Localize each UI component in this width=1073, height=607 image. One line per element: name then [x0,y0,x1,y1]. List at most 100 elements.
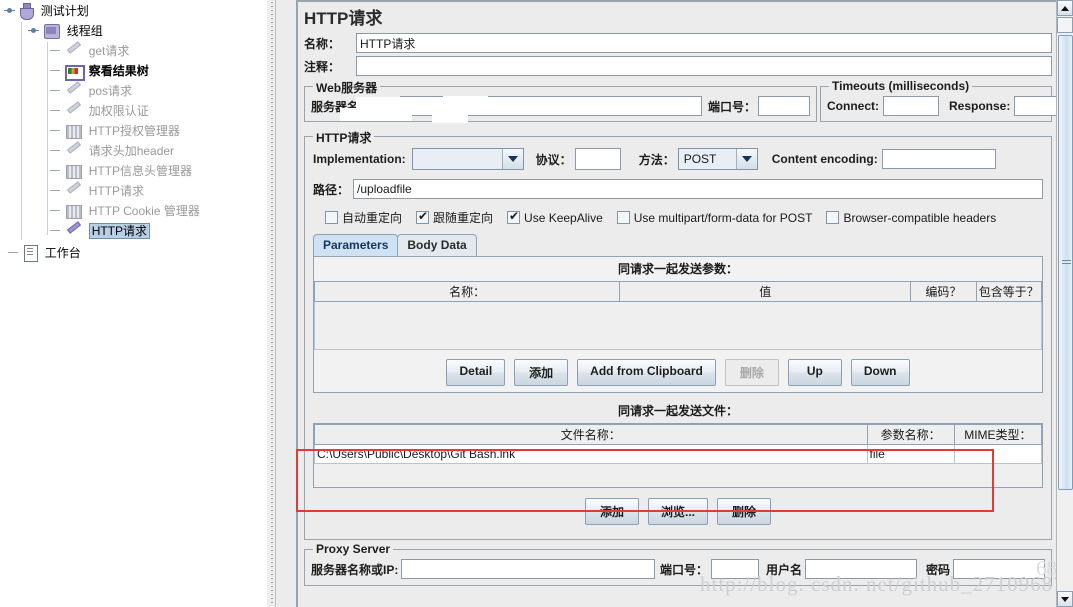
checkbox-box-checked-icon[interactable] [416,211,429,224]
scrollbar-thumb[interactable] [1058,35,1073,490]
connect-timeout-input[interactable] [883,96,939,116]
sidebar-item-header-request[interactable]: 请求头加header [0,140,266,160]
sidebar-item-label: 加权限认证 [89,104,149,118]
name-input[interactable] [356,33,1052,53]
proxy-password-input[interactable] [953,559,1045,579]
proxy-port-input[interactable] [711,559,759,579]
server-host-input[interactable] [400,96,702,116]
sidebar-item-pos-request[interactable]: pos请求 [0,80,266,100]
config-element-icon [65,124,81,138]
cell-param-name[interactable]: file [867,445,954,464]
checkbox-auto-redirect[interactable]: 自动重定向 [325,209,402,226]
vertical-scrollbar[interactable] [1056,0,1073,607]
sidebar-item-http-header-manager[interactable]: HTTP信息头管理器 [0,160,266,180]
tree-elbow-icon [6,247,20,258]
tree-elbow-icon [48,225,62,236]
tree-expand-knob-icon[interactable] [28,25,39,36]
sampler-icon [65,83,81,99]
table-row[interactable]: C:\Users\Public\Desktop\Git Bash.lnk fil… [315,445,1042,464]
tab-body-data[interactable]: Body Data [397,234,476,256]
files-caption: 同请求一起发送文件： [313,399,1043,423]
sidebar-item-auth-permission[interactable]: 加权限认证 [0,100,266,120]
checkbox-follow-redirect[interactable]: 跟随重定向 [416,209,493,226]
test-plan-tree[interactable]: 测试计划 线程组 get请求 察看结果树 pos请求 加权限认证 [0,0,266,607]
checkbox-browser-compatible-headers[interactable]: Browser-compatible headers [826,211,996,225]
add-file-button[interactable]: 添加 [585,498,639,525]
sidebar-item-get-request[interactable]: get请求 [0,40,266,60]
tree-elbow-icon [48,145,62,156]
move-up-button[interactable]: Up [788,359,842,386]
proxy-host-input[interactable] [401,559,655,579]
checkbox-box-icon[interactable] [617,211,630,224]
server-timeouts-row: Web服务器 服务器名称或IP: 端口号： Timeouts (millisec… [298,79,1058,127]
add-parameter-button[interactable]: 添加 [514,359,568,386]
column-header-name[interactable]: 名称： [315,282,620,302]
proxy-password-label: 密码 [926,561,950,578]
tree-expand-knob-icon[interactable] [4,5,15,16]
server-port-input[interactable] [758,96,810,116]
response-timeout-label: Response: [949,99,1010,113]
sidebar-item-http-request-selected[interactable]: HTTP请求 [0,220,266,240]
sidebar-item-label: HTTP授权管理器 [89,124,180,138]
chevron-down-icon[interactable] [502,149,523,169]
scroll-track-top[interactable] [1057,17,1073,33]
checkbox-use-multipart[interactable]: Use multipart/form-data for POST [617,211,813,225]
checkbox-box-icon[interactable] [325,211,338,224]
tree-elbow-icon [48,205,62,216]
view-results-tree-icon [65,64,81,78]
column-header-param-name[interactable]: 参数名称： [867,425,954,445]
sidebar-item-http-auth-manager[interactable]: HTTP授权管理器 [0,120,266,140]
path-input[interactable] [353,179,1043,199]
sidebar-item-http-request[interactable]: HTTP请求 [0,180,266,200]
method-combo[interactable]: POST [678,148,758,170]
sidebar-item-view-results-tree[interactable]: 察看结果树 [0,60,266,80]
server-port-label: 端口号： [708,98,756,115]
timeouts-group-title: Timeouts (milliseconds) [829,79,972,93]
checkbox-box-icon[interactable] [826,211,839,224]
implementation-combo[interactable] [412,148,524,170]
sidebar-item-workbench[interactable]: 工作台 [0,242,266,262]
column-header-value[interactable]: 值 [620,282,911,302]
column-header-filename[interactable]: 文件名称： [315,425,868,445]
sidebar-item-http-cookie-manager[interactable]: HTTP Cookie 管理器 [0,200,266,220]
sidebar-item-thread-group[interactable]: 线程组 [0,20,266,40]
proxy-user-input[interactable] [805,559,917,579]
scroll-up-button[interactable] [1057,0,1073,16]
parameters-button-row: Detail 添加 Add from Clipboard 删除 Up Down [314,359,1042,386]
parameters-table[interactable]: 名称： 值 编码？ 包含等于？ [314,281,1042,302]
column-header-mime-type[interactable]: MIME类型： [954,425,1041,445]
move-down-button[interactable]: Down [851,359,910,386]
column-header-include-equals[interactable]: 包含等于？ [976,282,1041,302]
column-header-encode[interactable]: 编码？ [911,282,976,302]
checkbox-use-keepalive[interactable]: Use KeepAlive [507,211,603,225]
cell-filename[interactable]: C:\Users\Public\Desktop\Git Bash.lnk [315,445,868,464]
sidebar-item-test-plan[interactable]: 测试计划 [0,0,266,20]
detail-button[interactable]: Detail [446,359,505,386]
sidebar-item-label: HTTP请求 [89,184,144,198]
scroll-down-button[interactable] [1057,591,1073,607]
files-table[interactable]: 文件名称： 参数名称： MIME类型： C:\Users\Public\Desk… [314,424,1042,464]
editor-tabs[interactable]: Parameters Body Data [313,234,1035,256]
files-empty-body[interactable] [314,464,1042,487]
tree-elbow-icon [48,185,62,196]
chevron-down-icon[interactable] [736,149,757,169]
connect-timeout-label: Connect: [827,99,879,113]
tab-parameters[interactable]: Parameters [313,234,398,256]
files-table-wrap: 文件名称： 参数名称： MIME类型： C:\Users\Public\Desk… [313,423,1043,488]
content-encoding-input[interactable] [882,149,996,169]
delete-file-button[interactable]: 删除 [717,498,771,525]
tree-elbow-icon [48,45,62,56]
timeouts-group: Timeouts (milliseconds) Connect: Respons… [820,86,1052,122]
browse-file-button[interactable]: 浏览... [648,498,708,525]
add-from-clipboard-button[interactable]: Add from Clipboard [577,359,716,386]
parameters-empty-body[interactable] [314,302,1042,350]
pane-splitter[interactable] [266,0,276,607]
sidebar-item-label: 请求头加header [89,144,174,158]
checkbox-box-checked-icon[interactable] [507,211,520,224]
comment-input[interactable] [356,56,1052,76]
cell-mime-type[interactable] [954,445,1041,464]
protocol-input[interactable] [575,148,621,170]
http-request-editor: HTTP请求 名称： 注释： Web服务器 服务器名称或IP: 端口号： [276,0,1073,607]
sampler-icon [65,43,81,59]
sampler-icon [65,223,81,239]
